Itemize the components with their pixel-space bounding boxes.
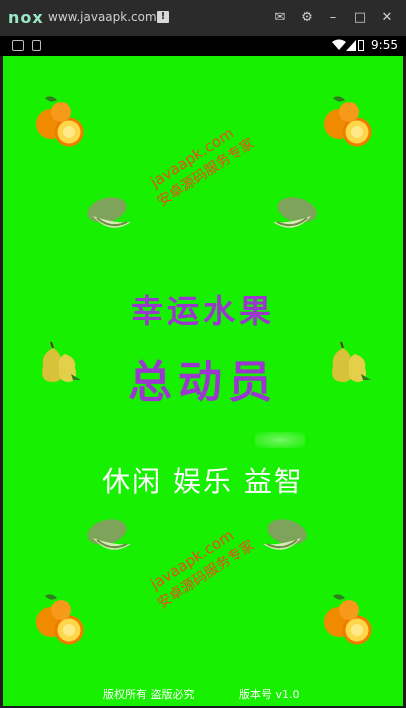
emulator-titlebar: nox www.javaapk.com ! ✉ ⚙ – □ ✕ bbox=[0, 0, 406, 36]
nox-logo: nox bbox=[8, 8, 44, 27]
melon-icon bbox=[263, 519, 307, 550]
gear-icon[interactable]: ⚙ bbox=[297, 8, 317, 28]
orange-icon bbox=[36, 594, 84, 645]
close-icon[interactable]: ✕ bbox=[377, 8, 397, 28]
maximize-icon[interactable]: □ bbox=[350, 8, 370, 28]
minimize-icon[interactable]: – bbox=[323, 8, 343, 28]
orange-icon bbox=[36, 96, 84, 147]
game-title-line1: 幸运水果 bbox=[130, 292, 275, 330]
battery-icon bbox=[358, 40, 364, 51]
android-statusbar: 9:55 bbox=[0, 36, 406, 56]
melon-icon bbox=[87, 519, 131, 550]
orange-icon bbox=[324, 594, 372, 645]
copyright-text: 版权所有 盗版必究 bbox=[103, 688, 195, 701]
info-icon[interactable]: ! bbox=[157, 11, 169, 23]
notification-icon bbox=[12, 40, 24, 51]
sdcard-icon bbox=[32, 40, 41, 51]
melon-icon bbox=[87, 197, 131, 228]
orange-icon bbox=[324, 96, 372, 147]
app-screen[interactable]: javaapk.com 安卓源码服务专家 javaapk.com 安卓源码服务专… bbox=[3, 56, 403, 706]
tagline: 休闲 娱乐 益智 bbox=[102, 465, 304, 498]
melon-icon bbox=[273, 197, 317, 228]
window-title-url: www.javaapk.com bbox=[48, 10, 157, 24]
wifi-icon bbox=[332, 39, 346, 50]
decorative-glow bbox=[255, 432, 305, 448]
version-text: 版本号 v1.0 bbox=[239, 688, 300, 701]
mail-icon[interactable]: ✉ bbox=[270, 8, 290, 28]
signal-icon bbox=[346, 40, 356, 51]
status-time: 9:55 bbox=[371, 38, 398, 52]
game-title-line2: 总动员 bbox=[128, 357, 278, 408]
